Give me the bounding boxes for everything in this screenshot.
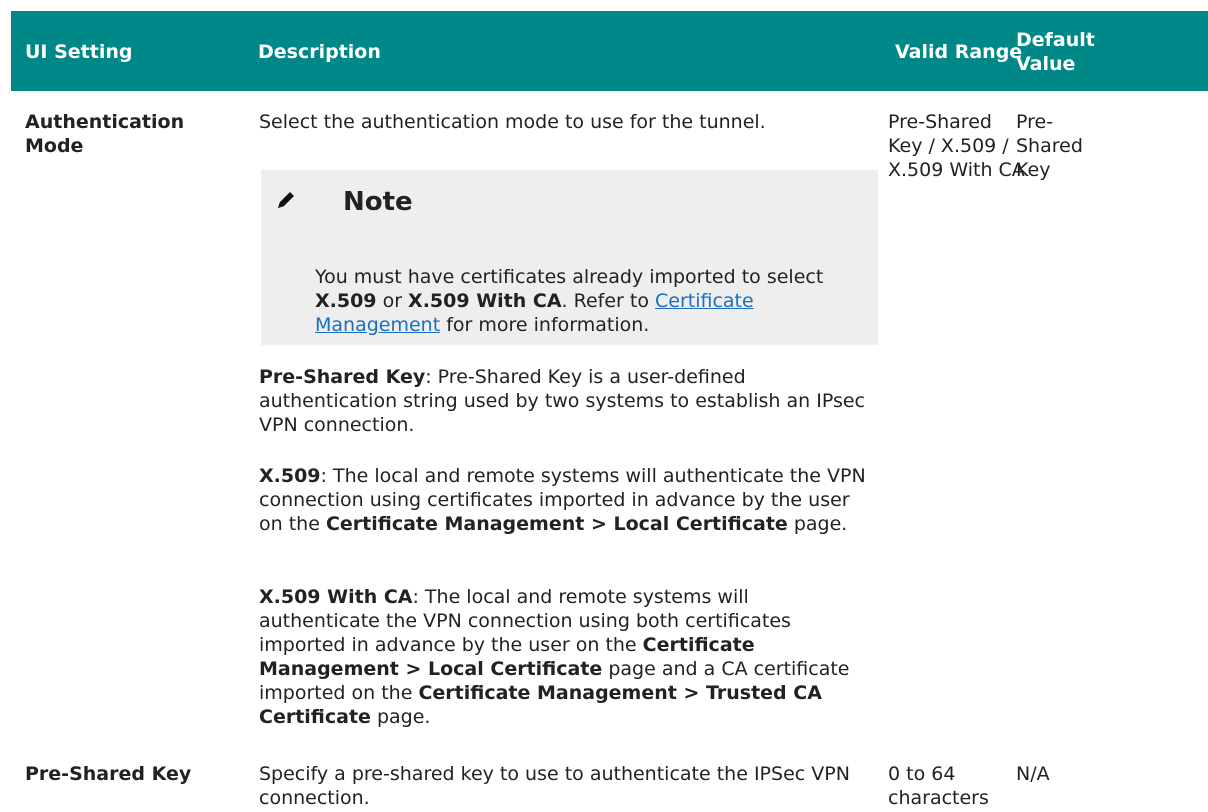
- authentication-mode-setting: Authentication Mode: [25, 111, 185, 157]
- authentication-mode-default-value: Pre-Shared Key: [1016, 111, 1083, 181]
- header-default-value-line1: Default: [1016, 29, 1095, 51]
- pre-shared-key-description: Specify a pre-shared key to use to authe…: [259, 763, 850, 809]
- header-description: Description: [258, 41, 381, 63]
- note-body: You must have certificates already impor…: [315, 266, 824, 336]
- header-ui-setting: UI Setting: [25, 41, 133, 63]
- table-header: UI Setting Description Valid Range Defau…: [11, 11, 1208, 91]
- header-valid-range: Valid Range: [895, 41, 1023, 63]
- pre-shared-key-default-value: N/A: [1016, 763, 1050, 785]
- header-default-value-line2: Value: [1016, 53, 1076, 75]
- pre-shared-key-setting: Pre-Shared Key: [25, 763, 192, 785]
- pencil-icon: [278, 192, 294, 208]
- pre-shared-key-valid-range: 0 to 64 characters: [888, 763, 989, 809]
- pre-shared-key-paragraph: Pre-Shared Key: Pre-Shared Key is a user…: [259, 366, 865, 436]
- x509-paragraph: X.509: The local and remote systems will…: [259, 465, 866, 535]
- x509-with-ca-paragraph: X.509 With CA: The local and remote syst…: [259, 586, 850, 728]
- note-title: Note: [343, 187, 413, 217]
- header-default-value: Default Value: [1016, 28, 1095, 76]
- authentication-mode-valid-range: Pre-Shared Key / X.509 / X.509 With CA: [888, 111, 1025, 181]
- settings-table: UI Setting Description Valid Range Defau…: [0, 0, 1208, 812]
- note-box: Note You must have certificates already …: [261, 170, 878, 345]
- authentication-mode-description: Select the authentication mode to use fo…: [259, 111, 766, 133]
